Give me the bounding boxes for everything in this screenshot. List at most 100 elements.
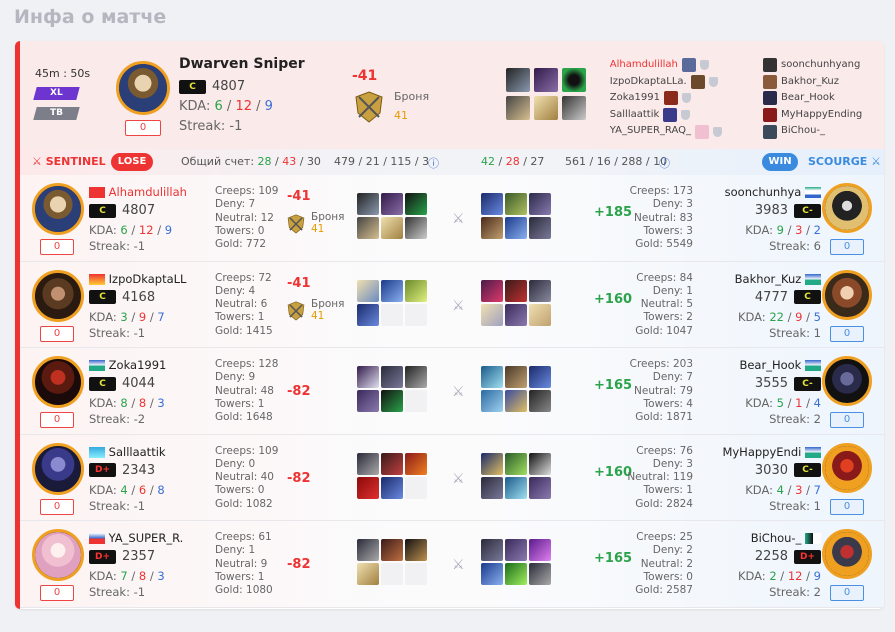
player-avatar[interactable] (32, 183, 84, 235)
item-icon[interactable] (357, 452, 379, 475)
item-icon[interactable] (381, 279, 403, 302)
item-icon[interactable] (529, 303, 551, 326)
player-name[interactable]: Bakhor_Kuz (735, 272, 821, 286)
item-icon[interactable] (357, 279, 379, 302)
item-icon[interactable] (506, 68, 530, 92)
hero-icon (763, 91, 777, 106)
armor-icon (351, 89, 387, 125)
item-icon[interactable] (529, 539, 551, 561)
item-icon[interactable] (481, 563, 503, 585)
item-icon[interactable] (505, 193, 527, 215)
player-avatar[interactable] (822, 356, 872, 406)
item-icon[interactable] (505, 539, 527, 561)
mini-player-name[interactable]: Bear_Hook (781, 90, 835, 107)
item-icon[interactable] (405, 279, 427, 302)
item-icon[interactable] (481, 390, 503, 412)
item-icon[interactable] (357, 563, 379, 585)
player-avatar[interactable] (32, 356, 84, 408)
mini-player-name[interactable]: YA_SUPER_RAQ_ (610, 123, 691, 140)
item-icon[interactable] (505, 217, 527, 239)
mini-player-name[interactable]: IzpoDkaptaLLa. (610, 74, 687, 91)
item-icon[interactable] (506, 96, 530, 120)
mini-player-name[interactable]: Alhamdulillah (610, 57, 678, 74)
player-name[interactable]: Zoka1991 (89, 358, 166, 372)
info-icon[interactable]: ⓘ (428, 155, 439, 171)
mini-player-name[interactable]: Zoka1991 (610, 90, 660, 107)
item-icon[interactable] (529, 217, 551, 239)
hero-icon (763, 124, 777, 139)
item-icon[interactable] (529, 279, 551, 302)
item-icon[interactable] (529, 390, 551, 412)
player-avatar[interactable] (32, 529, 84, 581)
item-icon[interactable] (357, 193, 379, 215)
item-icon[interactable] (562, 68, 586, 92)
item-icon[interactable] (481, 279, 503, 302)
player-avatar[interactable] (822, 529, 872, 579)
mmr-value: 4044 (122, 376, 156, 391)
player-badge: 0 (830, 498, 864, 515)
player-name[interactable]: MyHappyEndi (722, 445, 821, 459)
item-icon[interactable] (357, 390, 379, 412)
item-icon[interactable] (357, 476, 379, 499)
player-avatar[interactable] (822, 442, 872, 493)
item-icon[interactable] (405, 366, 427, 388)
item-icon[interactable] (381, 452, 403, 475)
item-icon[interactable] (481, 217, 503, 239)
mini-player-name[interactable]: Bakhor_Kuz (781, 74, 839, 91)
item-icon[interactable] (357, 366, 379, 388)
item-icon[interactable] (534, 68, 558, 92)
item-icon[interactable] (405, 539, 427, 561)
item-icon[interactable] (505, 452, 527, 475)
item-icon[interactable] (381, 390, 403, 412)
item-icon[interactable] (562, 96, 586, 120)
item-icon[interactable] (381, 217, 403, 239)
info-icon[interactable]: ⓘ (659, 155, 670, 171)
player-name[interactable]: Bear_Hook (739, 358, 821, 372)
item-icon[interactable] (357, 303, 379, 326)
item-icon[interactable] (534, 96, 558, 120)
item-icon[interactable] (481, 452, 503, 475)
item-icon[interactable] (529, 563, 551, 585)
item-icon[interactable] (505, 476, 527, 499)
player-avatar[interactable] (32, 442, 84, 495)
item-icon[interactable] (381, 476, 403, 499)
rank-badge: C (89, 290, 116, 304)
item-icon[interactable] (481, 539, 503, 561)
mini-player-name[interactable]: MyHappyEnding (781, 107, 862, 124)
item-icon[interactable] (405, 452, 427, 475)
hero-avatar[interactable] (116, 61, 170, 115)
player-avatar[interactable] (822, 269, 872, 320)
item-icon[interactable] (505, 366, 527, 388)
item-icon[interactable] (405, 217, 427, 239)
item-icon[interactable] (505, 390, 527, 412)
item-icon[interactable] (481, 303, 503, 326)
player-name[interactable]: BiChou-_ (751, 531, 821, 545)
player-name[interactable]: soonchunhya (725, 185, 821, 199)
player-name[interactable]: IzpoDkaptaLL (89, 272, 186, 286)
item-icon[interactable] (529, 476, 551, 499)
item-icon[interactable] (505, 303, 527, 326)
player-name[interactable]: Alhamdulillah (89, 185, 187, 199)
mini-player-name[interactable]: BiChou-_ (781, 123, 825, 140)
mini-player-name[interactable]: Salllaattik (610, 107, 659, 124)
player-avatar[interactable] (32, 269, 84, 322)
item-icon[interactable] (529, 366, 551, 388)
item-icon[interactable] (505, 279, 527, 302)
item-icon[interactable] (529, 193, 551, 215)
mini-player-name[interactable]: soonchunhyang (781, 57, 860, 74)
item-icon[interactable] (481, 193, 503, 215)
item-icon[interactable] (529, 452, 551, 475)
item-icon[interactable] (357, 539, 379, 561)
player-name[interactable]: Salllaattik (89, 445, 166, 459)
item-icon[interactable] (381, 366, 403, 388)
player-name[interactable]: YA_SUPER_R. (89, 531, 183, 545)
item-icon[interactable] (357, 217, 379, 239)
item-icon[interactable] (481, 476, 503, 499)
item-icon[interactable] (481, 366, 503, 388)
player-avatar[interactable] (822, 183, 872, 233)
item-icon[interactable] (381, 193, 403, 215)
item-icon[interactable] (505, 563, 527, 585)
item-icon[interactable] (381, 539, 403, 561)
item-icon[interactable] (405, 193, 427, 215)
tag-xl: XL (33, 87, 80, 100)
